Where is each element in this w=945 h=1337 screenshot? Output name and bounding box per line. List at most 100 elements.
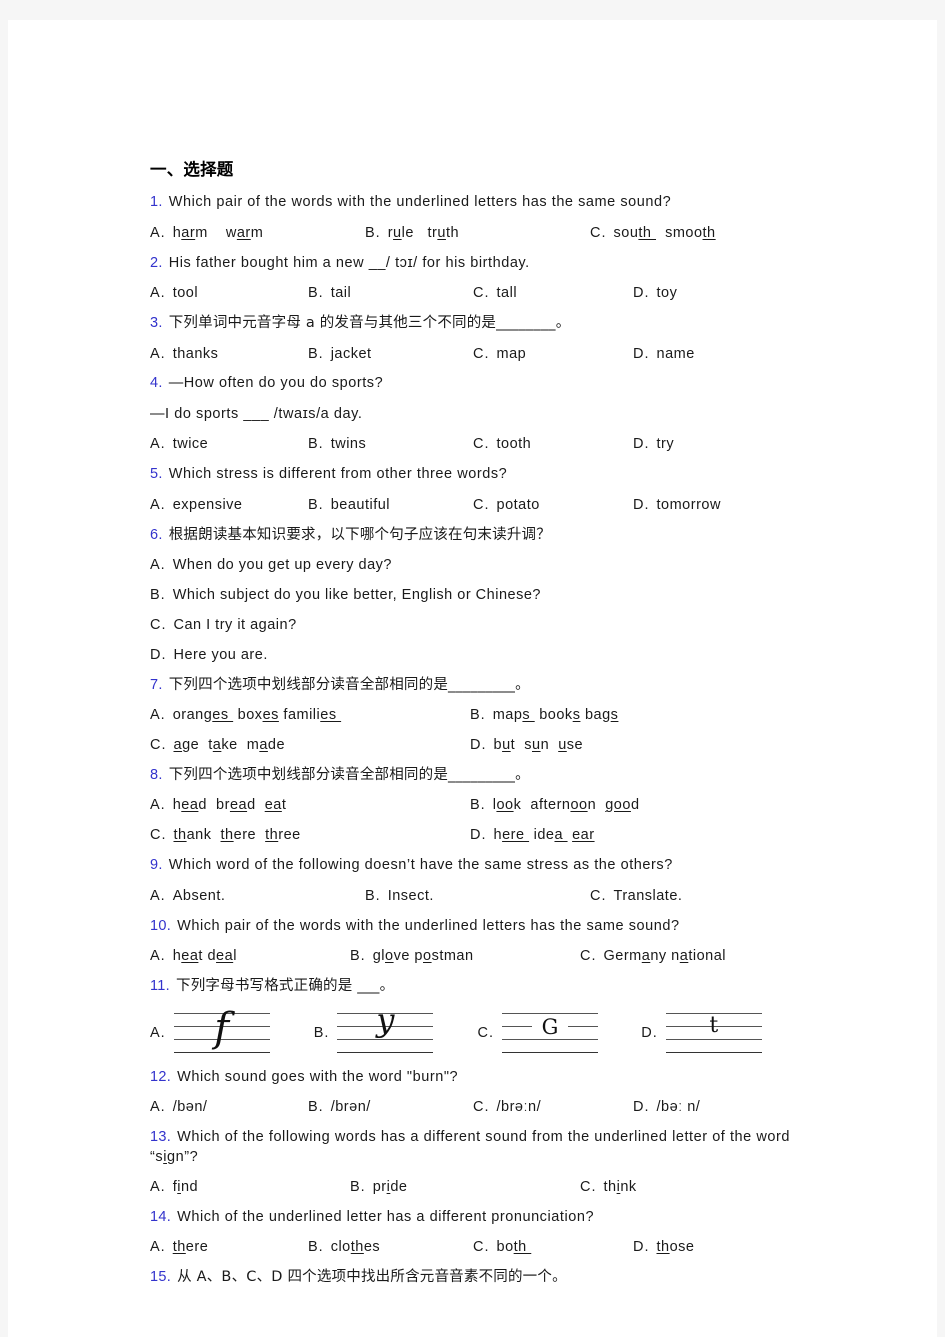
option-row: A. heat deal B. glove postman C. Germany na… (150, 942, 805, 972)
option-row: A. harm warm B. rule truth C. south smooth (150, 218, 805, 248)
option-b[interactable]: B. Insect. (365, 887, 590, 906)
option-a[interactable]: A. f (150, 1006, 314, 1055)
option-row: A. find B. pride C. think (150, 1173, 805, 1203)
option-b[interactable]: B. maps books bags (470, 706, 618, 725)
document-content: 一、选择题 1. Which pair of the words with th… (150, 160, 805, 1293)
option-a[interactable]: A. Absent. (150, 887, 365, 906)
option-a[interactable]: A. harm warm (150, 224, 365, 243)
option-c[interactable]: C. thank there three (150, 826, 470, 845)
option-row: A. head bread eat B. look afternoon good (150, 791, 805, 821)
option-c[interactable]: C. tall (473, 284, 633, 303)
question-stem: 13. Which of the following words has a d… (150, 1122, 805, 1172)
option-b[interactable]: B. y (314, 1001, 478, 1055)
question-stem: 12. Which sound goes with the word "burn… (150, 1062, 805, 1093)
question-number: 14. (150, 1208, 172, 1225)
option-d[interactable]: D. tomorrow (633, 496, 721, 515)
option-a[interactable]: A. thanks (150, 345, 308, 364)
question-text: —How often do you do sports? (168, 375, 384, 392)
question-number: 1. (150, 194, 163, 211)
letter-glyph-G: G (541, 1015, 559, 1040)
question-stem: 3. 下列单词中元音字母 a 的发音与其他三个不同的是________。 (150, 308, 805, 339)
question-stem: 8. 下列四个选项中划线部分读音全部相同的是_________。 (150, 760, 805, 791)
option-a[interactable]: A. When do you get up every day? (150, 551, 805, 581)
option-b[interactable]: B. glove postman (350, 947, 580, 966)
question-text: 根据朗读基本知识要求，以下哪个句子应该在句末读升调？ (168, 526, 551, 543)
option-b[interactable]: B./brən/ (308, 1098, 473, 1117)
option-c[interactable]: C. potato (473, 496, 633, 515)
question-number: 9. (150, 857, 163, 874)
option-b[interactable]: B. rule truth (365, 224, 590, 243)
option-row: A. thanks B. jacket C. map D. name (150, 339, 805, 369)
option-b[interactable]: B. clothes (308, 1238, 473, 1257)
option-c[interactable]: C. tooth (473, 435, 633, 454)
option-b[interactable]: B. tail (308, 284, 473, 303)
option-a[interactable]: A./bən/ (150, 1098, 308, 1117)
option-a[interactable]: A. tool (150, 284, 308, 303)
option-c[interactable]: C. Can I try it again? (150, 610, 805, 640)
option-row: A. tool B. tail C. tall D. toy (150, 279, 805, 309)
question-stem: 14. Which of the underlined letter has a… (150, 1202, 805, 1233)
option-b[interactable]: B. jacket (308, 345, 473, 364)
option-d[interactable]: D. those (633, 1238, 694, 1257)
question-stem: 9. Which word of the following doesn’t h… (150, 851, 805, 882)
question-number: 7. (150, 676, 163, 693)
option-c[interactable]: C. south smooth (590, 224, 716, 243)
question-stem: 1. Which pair of the words with the unde… (150, 188, 805, 219)
option-a[interactable]: A. there (150, 1238, 308, 1257)
question-number: 11. (150, 977, 170, 994)
option-c[interactable]: C. map (473, 345, 633, 364)
question-stem-line2: —I do sports ___ /twaɪs/a day. (150, 399, 805, 430)
question-stem: 6. 根据朗读基本知识要求，以下哪个句子应该在句末读升调？ (150, 520, 805, 551)
option-b[interactable]: B. look afternoon good (470, 796, 640, 815)
question-stem: 10. Which pair of the words with the und… (150, 911, 805, 942)
option-c[interactable]: C. age take made (150, 736, 470, 755)
option-b[interactable]: B. twins (308, 435, 473, 454)
question-text: Which pair of the words with the underli… (168, 194, 672, 211)
option-row: A. expensive B. beautiful C. potato D. tomor… (150, 490, 805, 520)
question-text: 下列单词中元音字母 a 的发音与其他三个不同的是________。 (168, 314, 571, 331)
option-d[interactable]: D. but sun use (470, 736, 583, 755)
option-d[interactable]: D. try (633, 435, 674, 454)
option-a[interactable]: A. twice (150, 435, 308, 454)
option-c[interactable]: C. Translate. (590, 887, 682, 906)
option-b[interactable]: B. Which subject do you like better, Engl… (150, 581, 805, 611)
option-c[interactable]: C. think (580, 1178, 637, 1197)
option-d[interactable]: D. toy (633, 284, 677, 303)
question-stem: 15. 从 A、B、C、D 四个选项中找出所含元音音素不同的一个。 (150, 1263, 805, 1294)
question-text: Which of the underlined letter has a dif… (177, 1208, 595, 1225)
option-c[interactable]: C. both (473, 1238, 633, 1257)
question-stem: 7. 下列四个选项中划线部分读音全部相同的是_________。 (150, 670, 805, 701)
question-number: 13. (150, 1128, 172, 1145)
option-c[interactable]: C./brəːn/ (473, 1098, 633, 1117)
question-stem: 2. His father bought him a new __/ tɔɪ/ … (150, 248, 805, 279)
option-d[interactable]: D. t (641, 1011, 805, 1055)
option-d[interactable]: D./bəː n/ (633, 1098, 700, 1117)
question-number: 3. (150, 314, 163, 331)
option-row: A. there B. clothes C. both D. those (150, 1233, 805, 1263)
option-c[interactable]: C. Germany national (580, 947, 726, 966)
document-page: 一、选择题 1. Which pair of the words with th… (8, 20, 937, 1337)
option-a[interactable]: A. oranges boxes families (150, 706, 470, 725)
four-line-guide-icon: G (502, 1011, 598, 1055)
option-b[interactable]: B. pride (350, 1178, 580, 1197)
option-d[interactable]: D. here idea ear (470, 826, 595, 845)
option-d[interactable]: D. Here you are. (150, 640, 805, 670)
question-text: 下列四个选项中划线部分读音全部相同的是_________。 (168, 676, 530, 693)
question-stem: 11. 下列字母书写格式正确的是 ___。 (150, 971, 805, 1002)
question-text: His father bought him a new __/ tɔɪ/ for… (168, 254, 530, 271)
option-a[interactable]: A. find (150, 1178, 350, 1197)
option-a[interactable]: A. expensive (150, 496, 308, 515)
option-row: A. twice B. twins C. tooth D. try (150, 430, 805, 460)
question-number: 15. (150, 1269, 172, 1286)
option-c[interactable]: C. G (478, 1011, 642, 1055)
option-a[interactable]: A. heat deal (150, 947, 350, 966)
option-a[interactable]: A. head bread eat (150, 796, 470, 815)
option-row: A. oranges boxes families B. maps books ba… (150, 701, 805, 731)
option-d[interactable]: D. name (633, 345, 695, 364)
section-heading: 一、选择题 (150, 160, 234, 179)
option-b[interactable]: B. beautiful (308, 496, 473, 515)
question-text: Which word of the following doesn’t have… (168, 857, 673, 874)
letter-glyph-t: t (709, 1013, 719, 1039)
question-number: 5. (150, 466, 163, 483)
option-row: C. age take made D. but sun use (150, 731, 805, 761)
